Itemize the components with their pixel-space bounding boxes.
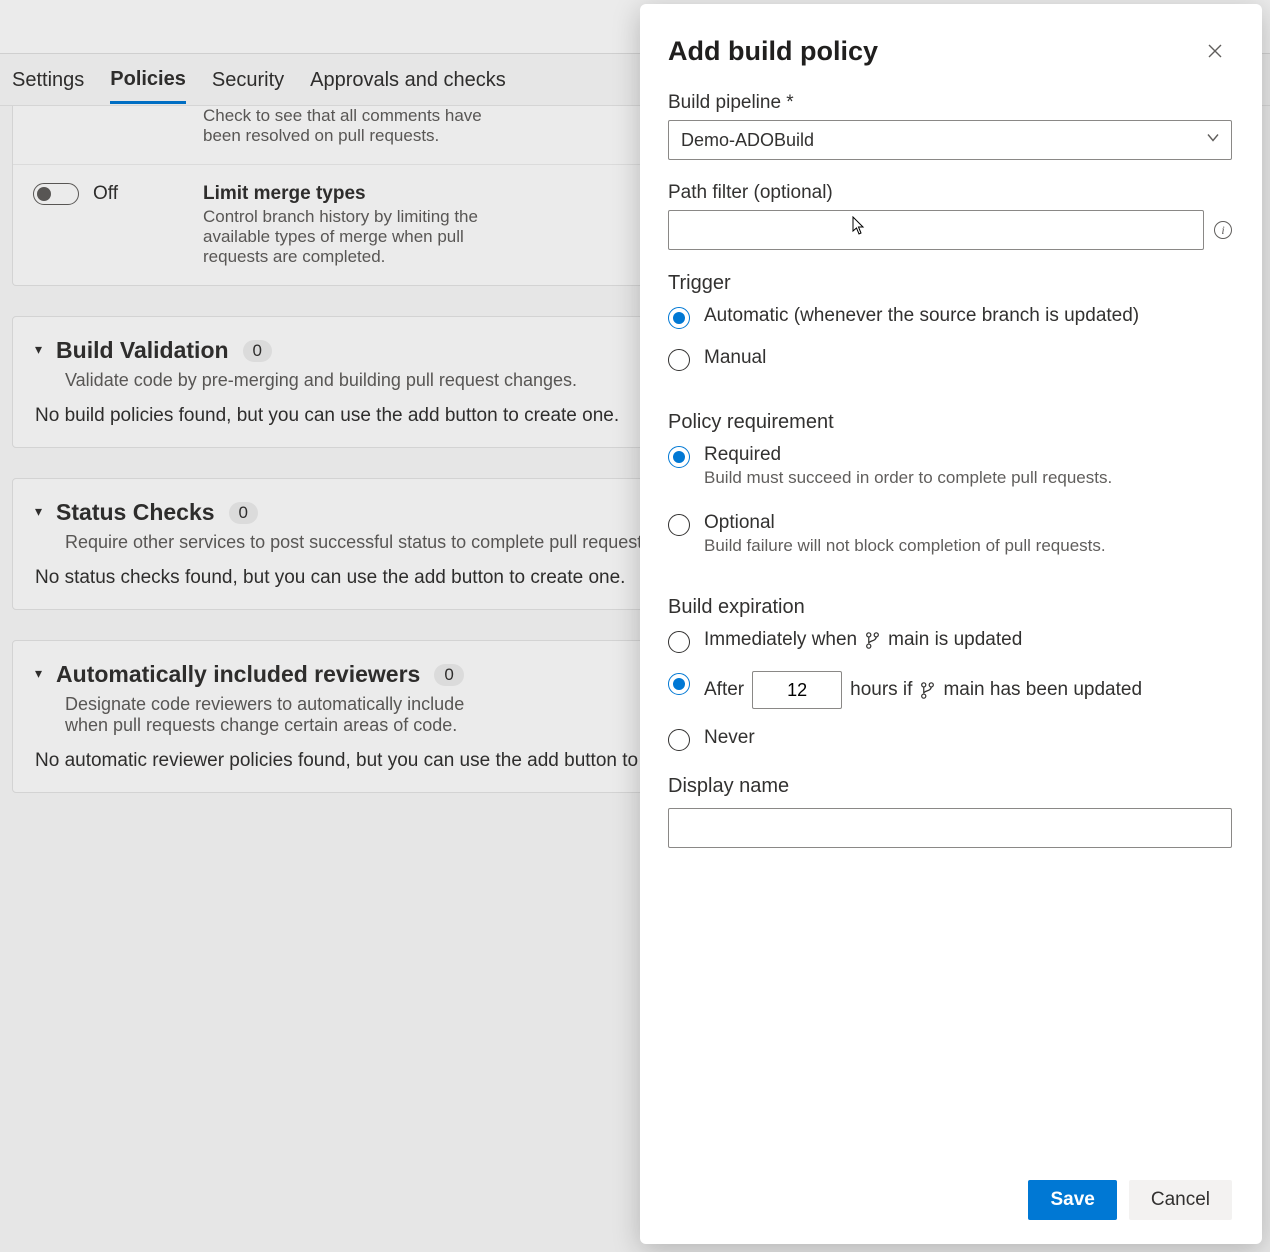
requirement-optional-label: Optional (704, 512, 1106, 534)
radio-icon[interactable] (668, 514, 690, 536)
comments-desc: Check to see that all comments have been… (203, 106, 513, 146)
expiration-immediate-text-b: main is updated (888, 629, 1022, 651)
close-icon[interactable] (1198, 34, 1232, 68)
path-filter-label: Path filter (optional) (668, 182, 1232, 204)
requirement-required-option[interactable]: Required Build must succeed in order to … (668, 444, 1232, 488)
limit-merge-desc: Control branch history by limiting the a… (203, 207, 503, 267)
build-pipeline-label: Build pipeline * (668, 92, 1232, 114)
expiration-immediate-option[interactable]: Immediately when main is updated (668, 629, 1232, 653)
radio-icon[interactable] (668, 631, 690, 653)
chevron-down-icon[interactable]: ▾ (35, 341, 42, 358)
tab-settings[interactable]: Settings (12, 57, 84, 102)
expiration-after-option[interactable]: After hours if main has been updated (668, 671, 1232, 709)
display-name-input[interactable] (668, 808, 1232, 848)
expiration-after-text-b: hours if (850, 679, 912, 701)
save-button[interactable]: Save (1028, 1180, 1116, 1220)
tab-approvals[interactable]: Approvals and checks (310, 57, 506, 102)
reviewers-title: Automatically included reviewers (56, 661, 420, 688)
cancel-button[interactable]: Cancel (1129, 1180, 1232, 1220)
add-build-policy-panel: Add build policy Build pipeline * Path f… (640, 4, 1262, 1244)
expiration-never-option[interactable]: Never (668, 727, 1232, 751)
radio-icon[interactable] (668, 446, 690, 468)
requirement-heading: Policy requirement (668, 411, 1232, 434)
status-checks-title: Status Checks (56, 499, 215, 526)
chevron-down-icon[interactable]: ▾ (35, 503, 42, 520)
trigger-manual-option[interactable]: Manual (668, 347, 1232, 371)
build-validation-count: 0 (243, 340, 272, 362)
display-name-label: Display name (668, 775, 1232, 798)
radio-icon[interactable] (668, 307, 690, 329)
expiration-after-text-a: After (704, 679, 744, 701)
branch-icon (865, 632, 880, 649)
trigger-heading: Trigger (668, 272, 1232, 295)
build-pipeline-select[interactable] (668, 120, 1232, 160)
chevron-down-icon[interactable] (1206, 131, 1220, 150)
status-checks-count: 0 (229, 502, 258, 524)
reviewers-count: 0 (434, 664, 463, 686)
requirement-optional-option[interactable]: Optional Build failure will not block co… (668, 512, 1232, 556)
expiration-hours-input[interactable] (752, 671, 842, 709)
trigger-automatic-label: Automatic (whenever the source branch is… (704, 305, 1139, 327)
requirement-required-sub: Build must succeed in order to complete … (704, 468, 1112, 488)
radio-icon[interactable] (668, 729, 690, 751)
branch-icon (920, 682, 935, 699)
trigger-manual-label: Manual (704, 347, 766, 369)
expiration-immediate-text-a: Immediately when (704, 629, 857, 651)
limit-merge-toggle-label: Off (93, 183, 118, 205)
chevron-down-icon[interactable]: ▾ (35, 665, 42, 682)
requirement-required-label: Required (704, 444, 1112, 466)
requirement-optional-sub: Build failure will not block completion … (704, 536, 1106, 556)
radio-icon[interactable] (668, 673, 690, 695)
expiration-after-text-c: main has been updated (943, 679, 1142, 701)
build-validation-title: Build Validation (56, 337, 229, 364)
limit-merge-toggle[interactable] (33, 183, 79, 205)
tab-policies[interactable]: Policies (110, 56, 186, 104)
path-filter-input[interactable] (668, 210, 1204, 250)
tab-security[interactable]: Security (212, 57, 284, 102)
reviewers-sub: Designate code reviewers to automaticall… (65, 694, 505, 736)
panel-title: Add build policy (668, 36, 878, 67)
radio-icon[interactable] (668, 349, 690, 371)
expiration-heading: Build expiration (668, 596, 1232, 619)
expiration-never-label: Never (704, 727, 755, 749)
trigger-automatic-option[interactable]: Automatic (whenever the source branch is… (668, 305, 1232, 329)
info-icon[interactable]: i (1214, 221, 1232, 239)
